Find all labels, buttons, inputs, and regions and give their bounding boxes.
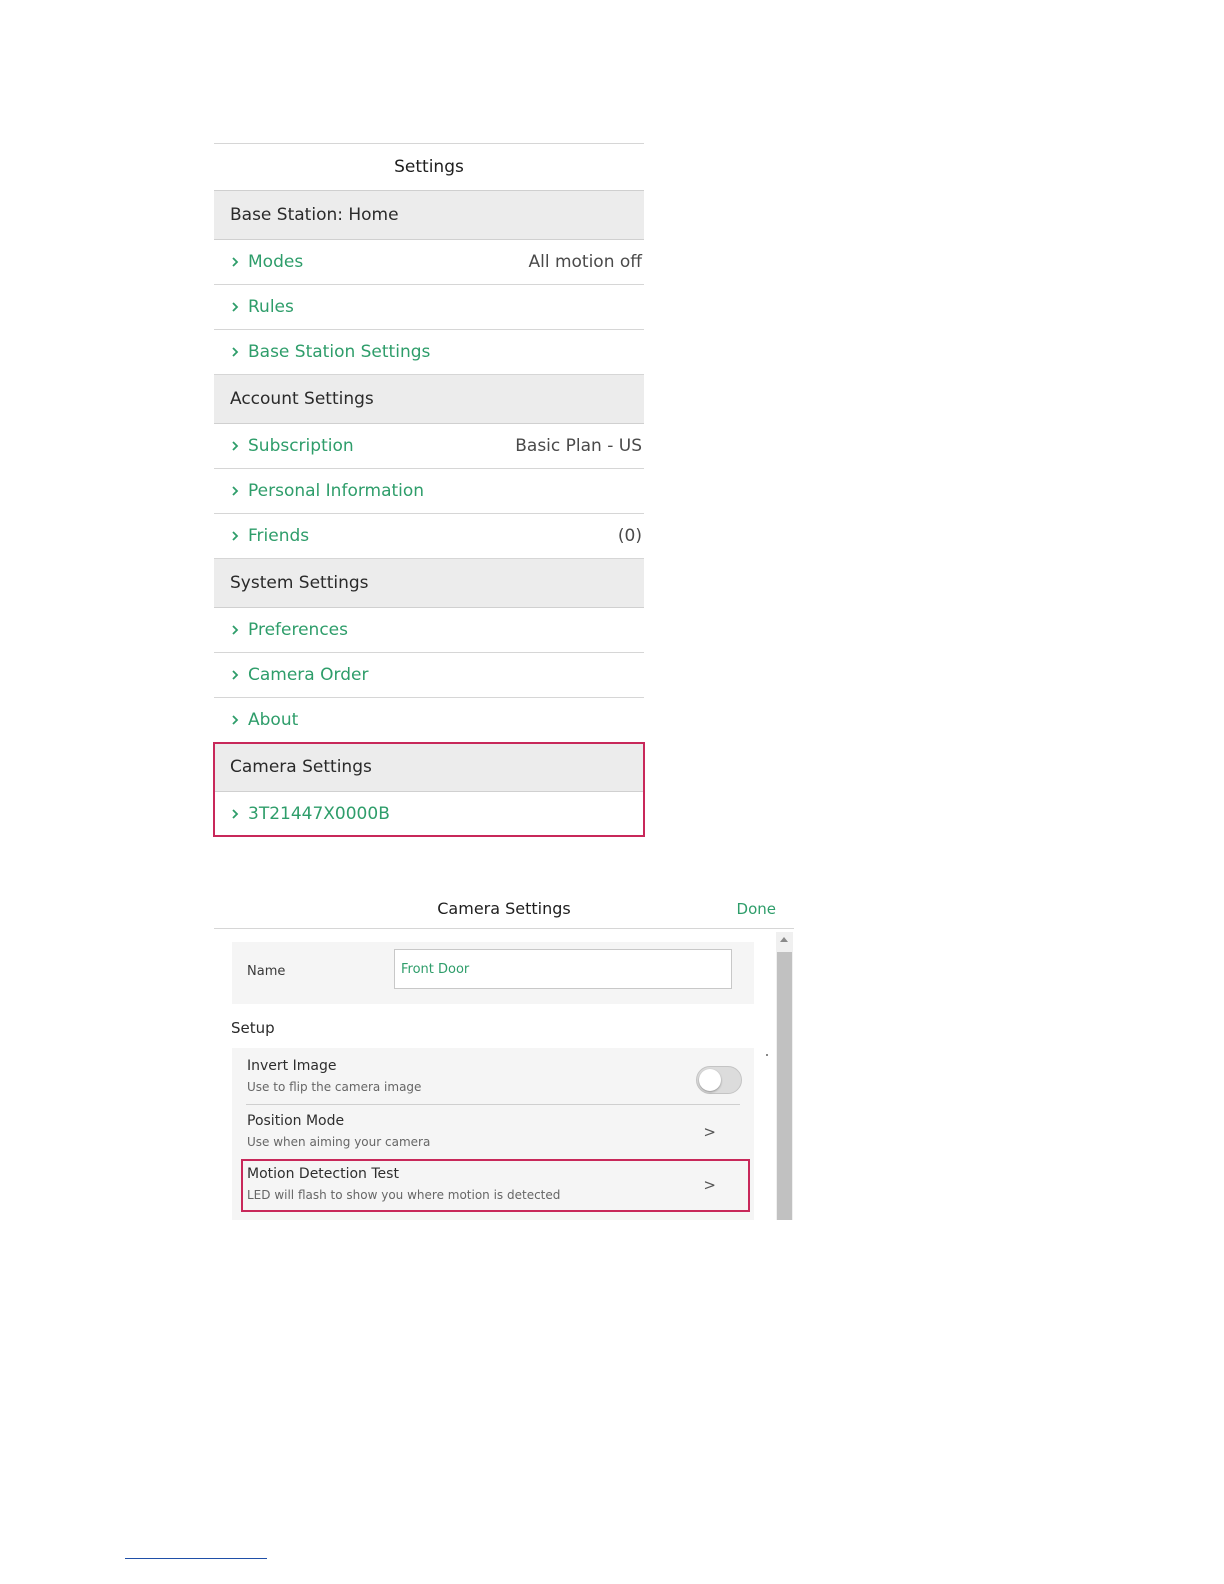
row-preferences[interactable]: Preferences (214, 608, 644, 653)
row-label: Subscription (248, 436, 354, 456)
camera-settings-header: Camera Settings Done (214, 890, 794, 929)
chevron-right-icon: > (703, 1123, 716, 1141)
vertical-scrollbar[interactable] (776, 932, 793, 1220)
camera-settings-highlight: Camera Settings 3T21447X0000B (213, 742, 645, 837)
section-header-camera: Camera Settings (214, 743, 644, 792)
row-modes[interactable]: Modes All motion off (214, 240, 644, 285)
scroll-up-arrow-icon[interactable] (780, 937, 788, 942)
chevron-right-icon (230, 302, 240, 312)
scroll-indicator-dot (766, 1054, 768, 1056)
chevron-right-icon (230, 625, 240, 635)
done-button[interactable]: Done (737, 900, 776, 918)
invert-image-toggle[interactable] (696, 1066, 742, 1094)
setup-row-title: Motion Detection Test (247, 1166, 399, 1182)
row-personal-information[interactable]: Personal Information (214, 469, 644, 514)
row-label: Preferences (248, 620, 348, 640)
row-rules[interactable]: Rules (214, 285, 644, 330)
name-label: Name (247, 964, 286, 979)
row-value: All motion off (528, 252, 642, 272)
camera-settings-title: Camera Settings (437, 899, 571, 918)
chevron-right-icon (230, 257, 240, 267)
setup-row-title: Position Mode (247, 1113, 345, 1129)
row-about[interactable]: About (214, 698, 644, 743)
settings-title: Settings (214, 144, 644, 191)
setup-row-subtitle: LED will flash to show you where motion … (247, 1188, 561, 1202)
chevron-right-icon (230, 486, 240, 496)
footnote-rule (125, 1558, 267, 1559)
row-subscription[interactable]: Subscription Basic Plan - US (214, 424, 644, 469)
row-base-station-settings[interactable]: Base Station Settings (214, 330, 644, 375)
row-value: (0) (617, 526, 642, 546)
row-value: Basic Plan - US (515, 436, 642, 456)
chevron-right-icon (230, 347, 240, 357)
setup-row-subtitle: Use when aiming your camera (247, 1135, 431, 1149)
row-label: Rules (248, 297, 294, 317)
row-camera-order[interactable]: Camera Order (214, 653, 644, 698)
section-header-system: System Settings (214, 559, 644, 608)
row-label: Friends (248, 526, 310, 546)
scroll-thumb[interactable] (777, 952, 792, 1220)
camera-settings-panel: Camera Settings Done Name Setup Invert I… (214, 890, 794, 1220)
row-label: Camera Order (248, 665, 369, 685)
row-label: Personal Information (248, 481, 425, 501)
camera-name-input[interactable] (394, 949, 732, 989)
settings-panel: Settings Base Station: Home Modes All mo… (213, 143, 645, 837)
section-header-account: Account Settings (214, 375, 644, 424)
toggle-knob (699, 1069, 721, 1091)
chevron-right-icon: > (703, 1176, 716, 1194)
motion-detection-test-row[interactable]: Motion Detection Test LED will flash to … (232, 1158, 754, 1210)
position-mode-row[interactable]: Position Mode Use when aiming your camer… (232, 1105, 754, 1157)
chevron-right-icon (230, 531, 240, 541)
row-friends[interactable]: Friends (0) (214, 514, 644, 559)
invert-image-row: Invert Image Use to flip the camera imag… (232, 1050, 754, 1102)
setup-row-subtitle: Use to flip the camera image (247, 1080, 422, 1094)
chevron-right-icon (230, 441, 240, 451)
setup-heading: Setup (231, 1019, 275, 1037)
camera-settings-body: Name Setup Invert Image Use to flip the … (214, 930, 774, 1220)
setup-row-title: Invert Image (247, 1058, 337, 1074)
setup-card: Invert Image Use to flip the camera imag… (232, 1048, 754, 1220)
row-camera-device[interactable]: 3T21447X0000B (214, 792, 644, 836)
name-card: Name (232, 942, 754, 1004)
row-label: Modes (248, 252, 304, 272)
section-header-base-station: Base Station: Home (214, 191, 644, 240)
row-label: 3T21447X0000B (248, 804, 390, 824)
chevron-right-icon (230, 670, 240, 680)
row-label: Base Station Settings (248, 342, 431, 362)
row-label: About (248, 710, 299, 730)
chevron-right-icon (230, 715, 240, 725)
chevron-right-icon (230, 809, 240, 819)
